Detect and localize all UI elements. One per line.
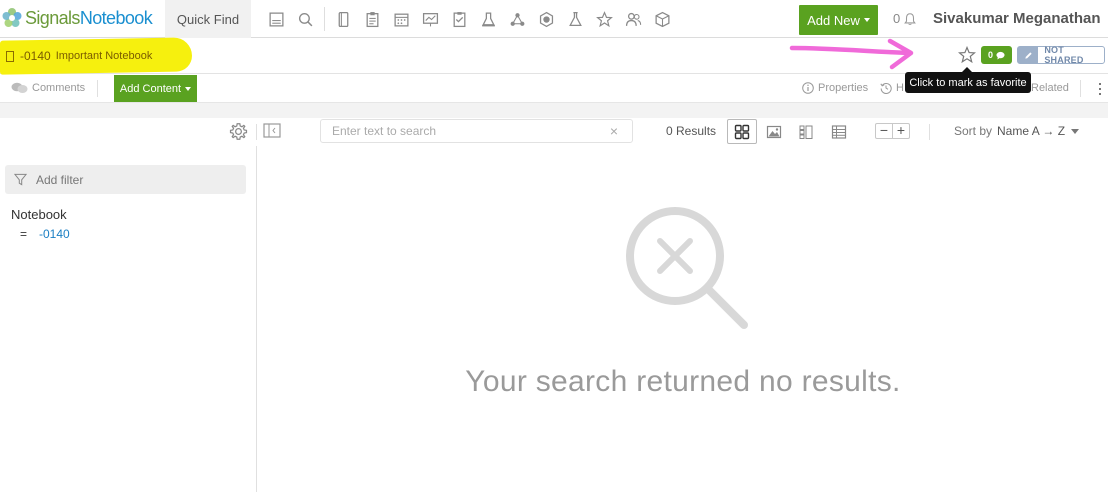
more-options-icon[interactable] (1098, 83, 1102, 95)
signals-notebook-logo[interactable]: SignalsNotebook (0, 4, 153, 32)
image-view-button[interactable] (759, 119, 789, 144)
quick-find-button[interactable]: Quick Find (165, 0, 251, 38)
bell-icon (904, 12, 917, 25)
toolbar-divider (1080, 80, 1081, 97)
checklist-icon[interactable] (445, 0, 474, 38)
info-icon (802, 82, 814, 94)
chevron-down-icon (863, 18, 870, 22)
comments-icon (11, 82, 28, 93)
star-outline-icon (957, 45, 977, 64)
flask-icon[interactable] (561, 0, 590, 38)
grid-icon (734, 124, 750, 139)
top-navigation-bar: SignalsNotebook Quick Find Add New 0 Siv… (0, 0, 1108, 38)
entity-toolbar (262, 0, 677, 38)
filter-operator: = (20, 227, 28, 241)
chevron-down-icon (185, 86, 192, 91)
sort-label: Sort by (954, 124, 993, 138)
clear-search-icon[interactable]: × (610, 123, 618, 139)
collapse-panel-icon[interactable] (263, 123, 281, 138)
clipboard-icon[interactable] (358, 0, 387, 38)
filter-group-label: Notebook (11, 207, 67, 222)
notebook-icon[interactable] (329, 0, 358, 38)
search-box: × (320, 119, 633, 143)
favorite-star-button[interactable] (957, 45, 977, 64)
toolbar-divider (324, 7, 325, 31)
history-icon (880, 83, 892, 94)
notebook-number: -0140 (20, 49, 51, 63)
zoom-control: − + (875, 123, 910, 139)
empty-state-message: Your search returned no results. (465, 365, 901, 398)
network-icon[interactable] (503, 0, 532, 38)
speech-bubble-icon (996, 51, 1005, 60)
notebook-header: -0140 Important Notebook (0, 37, 1108, 75)
notification-count: 0 (893, 11, 901, 26)
table-view-button[interactable] (824, 119, 854, 144)
logo-text: SignalsNotebook (25, 7, 153, 28)
lab-bench-icon[interactable] (474, 0, 503, 38)
zoom-out-button[interactable]: − (876, 123, 892, 138)
star-icon[interactable] (590, 0, 619, 38)
comment-count-badge[interactable]: 0 (981, 46, 1012, 64)
notebook-title[interactable]: -0140 Important Notebook (6, 49, 152, 63)
toolbar-divider (256, 124, 257, 140)
favorite-tooltip: Click to mark as favorite (905, 67, 1031, 93)
chevron-down-icon (1071, 128, 1080, 134)
toolbar-divider (929, 124, 930, 140)
history-button[interactable]: H (880, 82, 904, 94)
search-input[interactable] (332, 124, 602, 138)
detail-view-button[interactable] (791, 119, 821, 144)
sharing-status-button[interactable]: NOT SHARED (1017, 45, 1105, 65)
results-count: 0 Results (666, 124, 717, 138)
notebook-icon (6, 50, 14, 62)
no-results-magnifier-icon (626, 207, 748, 329)
table-icon (831, 124, 847, 139)
hexagon-icon[interactable] (532, 0, 561, 38)
logo-flower-icon (1, 7, 23, 29)
toolbar-divider (97, 80, 98, 97)
form-icon[interactable] (262, 0, 291, 38)
pencil-icon (1018, 47, 1039, 63)
comments-button[interactable]: Comments (11, 82, 85, 94)
calendar-icon[interactable] (387, 0, 416, 38)
sort-dropdown[interactable]: Sort by Name A → Z (954, 124, 1080, 138)
grid-view-button[interactable] (727, 119, 757, 144)
pink-arrow-annotation (789, 38, 914, 70)
users-icon[interactable] (619, 0, 648, 38)
section-divider (0, 103, 1108, 118)
presentation-icon[interactable] (416, 0, 445, 38)
zoom-in-button[interactable]: + (892, 123, 909, 138)
sort-value: Name A → Z (997, 124, 1066, 138)
detail-list-icon (799, 125, 813, 139)
notebook-name: Important Notebook (55, 50, 153, 62)
user-menu[interactable]: Sivakumar Meganathan (933, 10, 1108, 27)
add-filter-button[interactable]: Add filter (5, 165, 246, 194)
cube-icon[interactable] (648, 0, 677, 38)
add-content-button[interactable]: Add Content (114, 75, 197, 102)
related-button[interactable]: Related (1031, 82, 1069, 94)
filter-panel: Add filter Notebook = -0140 (0, 146, 257, 492)
filter-funnel-icon (14, 173, 27, 186)
properties-button[interactable]: Properties (802, 82, 868, 94)
filter-value-link[interactable]: -0140 (39, 227, 70, 241)
image-icon (766, 125, 782, 138)
search-icon[interactable] (291, 0, 320, 38)
add-new-button[interactable]: Add New (799, 5, 878, 35)
settings-gear-icon[interactable] (229, 122, 248, 141)
filter-condition: = -0140 (20, 227, 70, 241)
share-status-label: NOT SHARED (1044, 45, 1084, 65)
notifications-button[interactable]: 0 (893, 11, 917, 26)
